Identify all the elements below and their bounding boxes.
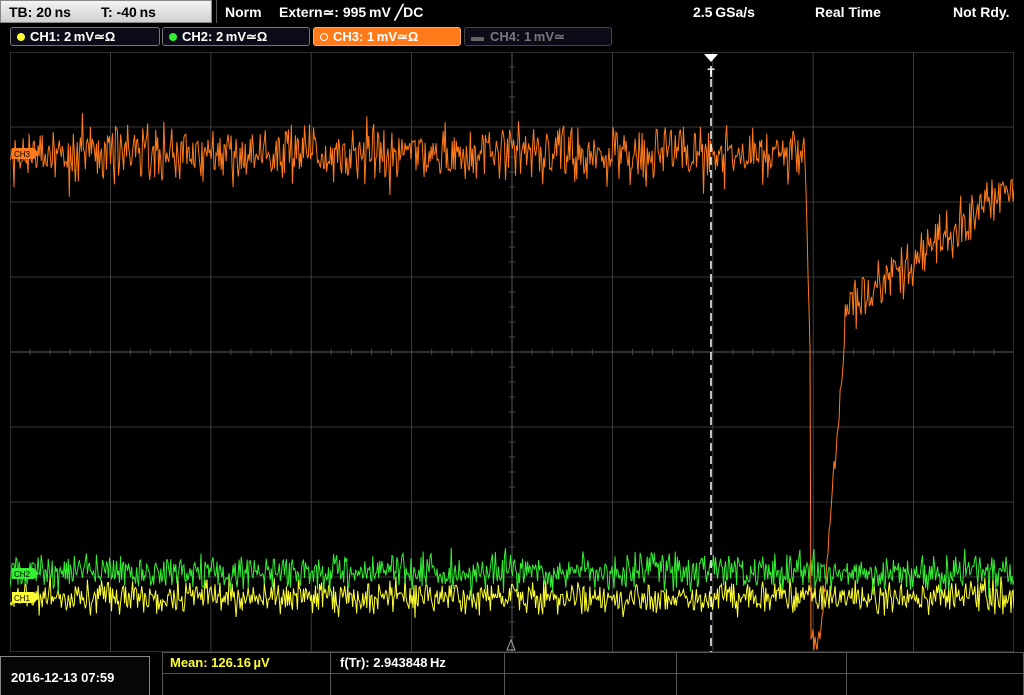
ch3-offset-marker[interactable]: CH3 [12,148,39,159]
ch2-marker-label: CH2 [14,570,31,579]
waveform-display[interactable]: T CH3 CH2 CH1 [10,52,1014,652]
trigger-marker-label: T [707,66,715,80]
channel-button-ch2[interactable]: CH2: 2 mV≃Ω [162,27,310,46]
channel-label: CH1: 2 mV≃Ω [30,28,116,44]
ch1-indicator-icon [17,32,25,41]
trigger-position-label: T: -40 ns [101,4,156,20]
mean-measurement: Mean: 126.16 µV [170,655,270,670]
bottom-bar: 2016-12-13 07:59 Mean: 126.16 µV f(Tr): … [0,652,1024,695]
ch2-offset-marker[interactable]: CH2 [12,568,39,579]
ch3-marker-label: CH3 [14,150,31,159]
channel-button-ch1[interactable]: CH1: 2 mV≃Ω [10,27,160,46]
channel-label: CH3: 1 mV≃Ω [333,28,419,44]
trigger-source[interactable]: Extern≃: 995 mV ╱DC [279,4,423,21]
timebase-label: TB: 20 ns [9,4,71,20]
status-bar: Norm Extern≃: 995 mV ╱DC 2.5 GSa/s Real … [216,0,1024,23]
trigger-mode[interactable]: Norm [225,4,262,20]
ch1-offset-marker[interactable]: CH1 [12,592,39,603]
ch3-indicator-icon [320,32,328,41]
channel-button-ch4[interactable]: ▬ CH4: 1 mV≃ [464,27,612,46]
ch1-marker-label: CH1 [14,594,31,603]
channel-row: CH1: 2 mV≃Ω CH2: 2 mV≃Ω CH3: 1 mV≃Ω ▬ CH… [0,25,1024,49]
acquisition-mode: Real Time [815,4,881,20]
datetime-display: 2016-12-13 07:59 [0,656,150,695]
timebase-box[interactable]: TB: 20 ns T: -40 ns [0,0,212,23]
channel-label: CH2: 2 mV≃Ω [182,28,268,44]
sample-rate: 2.5 GSa/s [693,4,755,20]
frequency-measurement: f(Tr): 2.943848 Hz [340,655,446,670]
measurement-panel[interactable]: Mean: 126.16 µV f(Tr): 2.943848 Hz [162,652,1024,695]
channel-label: CH4: 1 mV≃ [490,28,565,44]
top-bar: TB: 20 ns T: -40 ns Norm Extern≃: 995 mV… [0,0,1024,25]
ch4-off-icon: ▬ [471,29,484,44]
channel-button-ch3[interactable]: CH3: 1 mV≃Ω [313,27,461,46]
ch2-indicator-icon [169,32,177,41]
trigger-state: Not Rdy. [953,4,1010,20]
